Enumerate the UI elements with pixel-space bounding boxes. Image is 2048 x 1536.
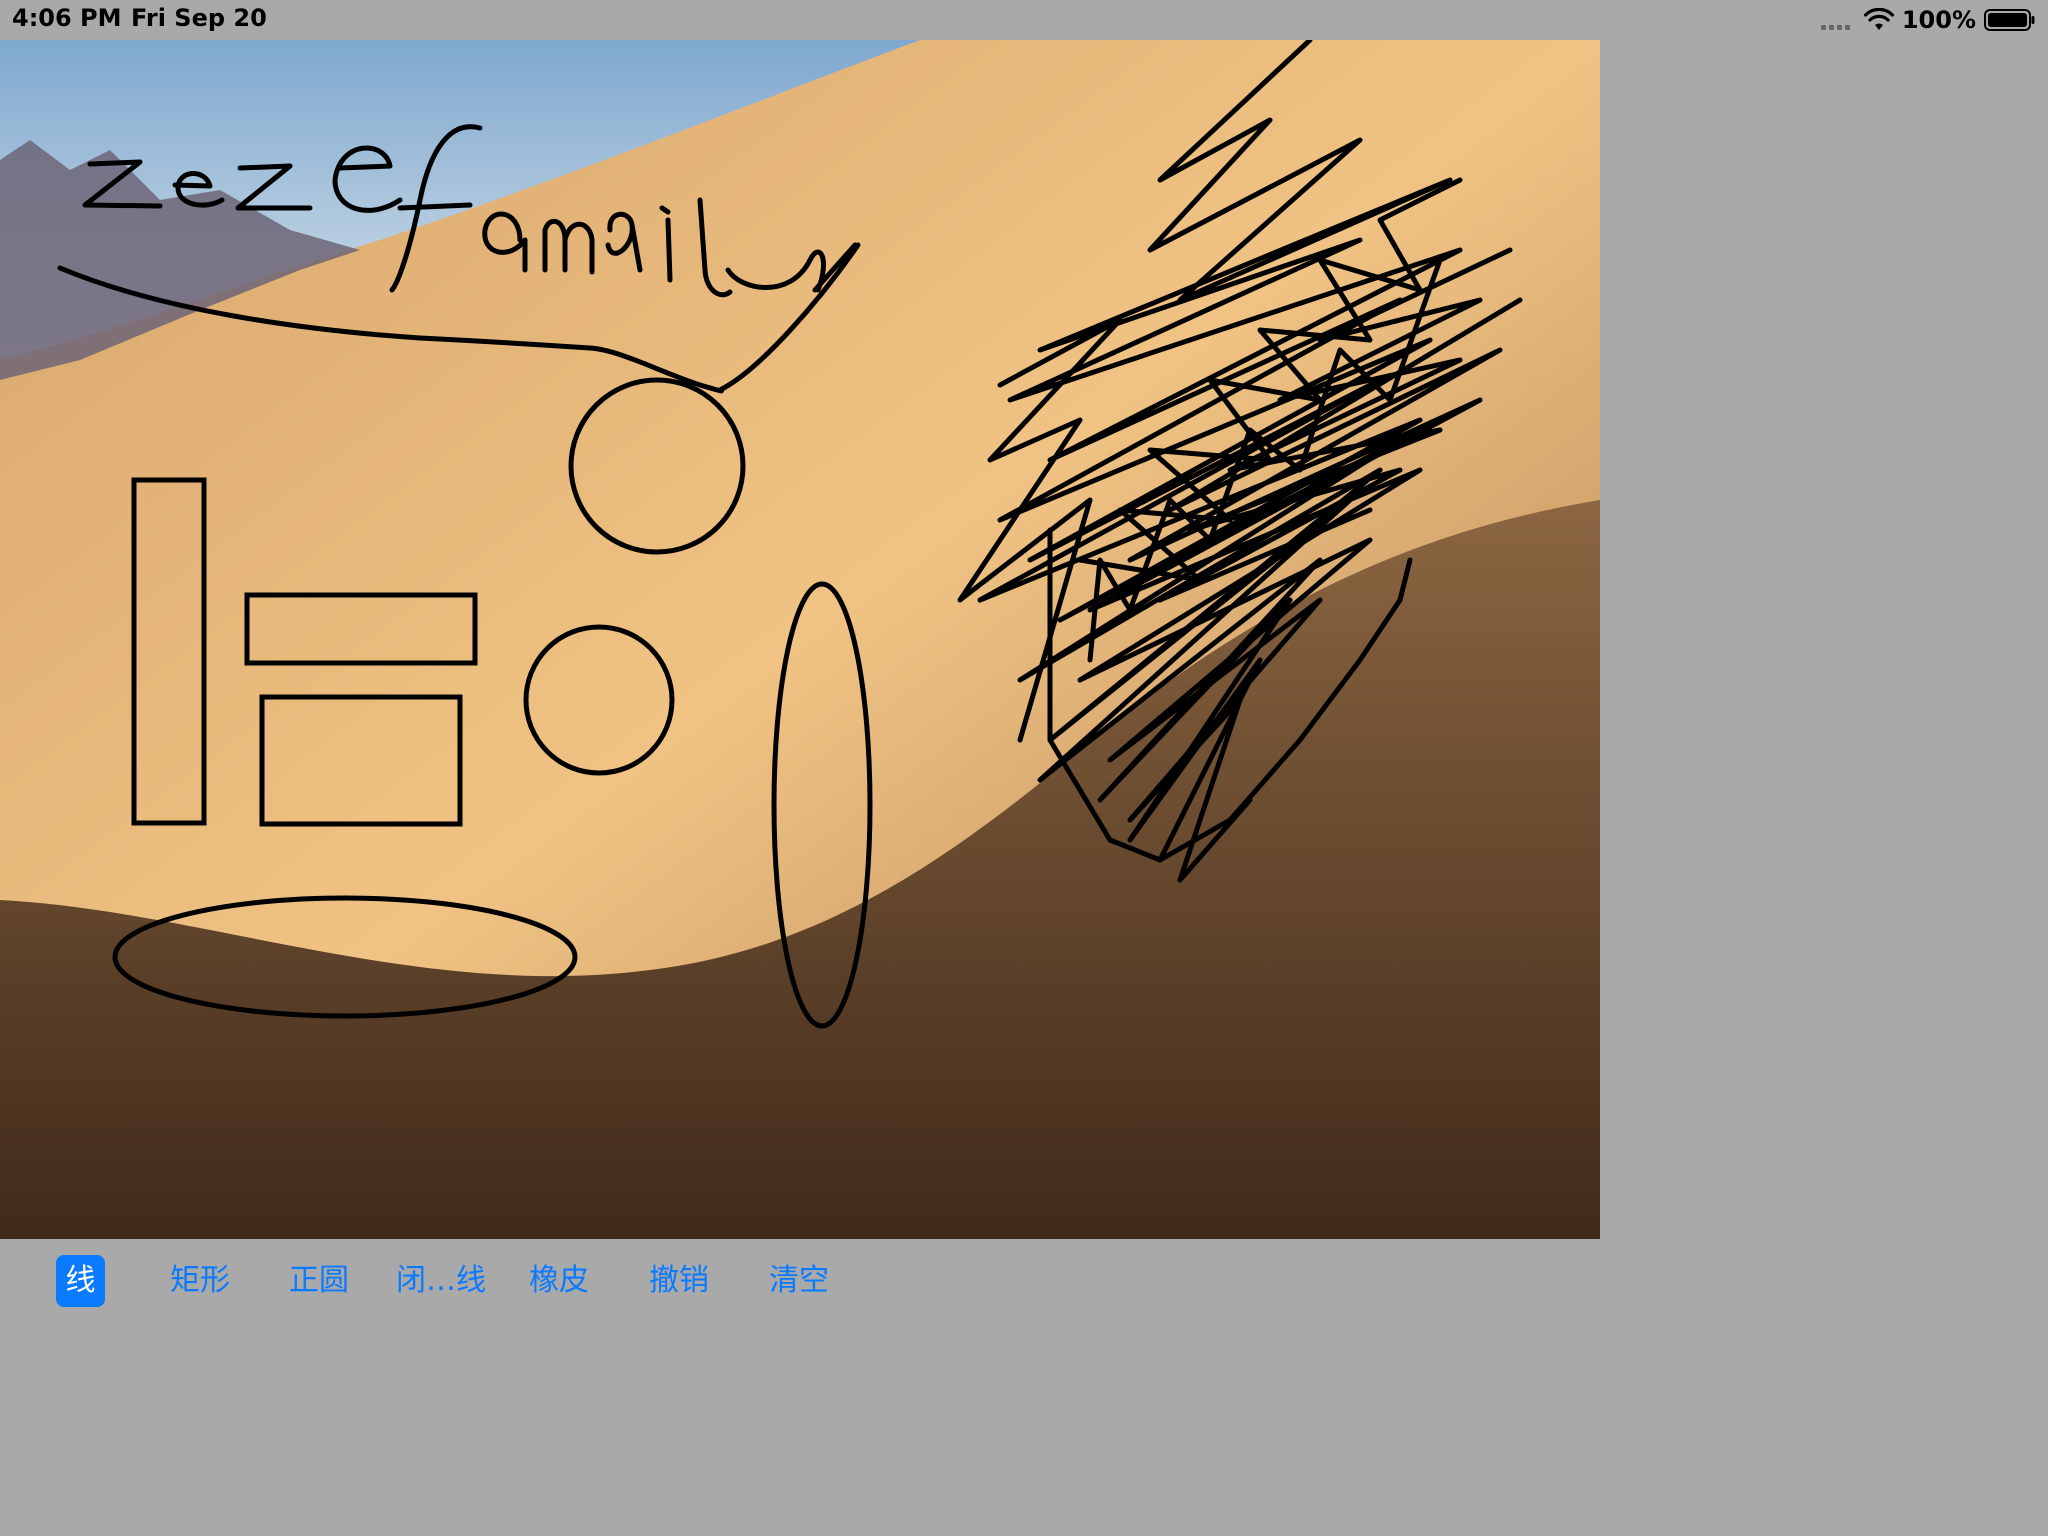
signal-dots-icon bbox=[1820, 10, 1850, 30]
status-date: Fri Sep 20 bbox=[131, 4, 267, 32]
tool-clear-button[interactable]: 清空 bbox=[759, 1255, 839, 1307]
canvas-drawing bbox=[0, 40, 1600, 1239]
tool-closed-line-button[interactable]: 闭…线 bbox=[393, 1255, 489, 1307]
battery-percent: 100% bbox=[1901, 6, 1976, 34]
wifi-icon bbox=[1863, 8, 1894, 30]
tool-rectangle-button[interactable]: 矩形 bbox=[160, 1255, 240, 1307]
tool-line-button[interactable]: 线 bbox=[56, 1255, 105, 1307]
battery-icon bbox=[1984, 9, 2035, 31]
status-bar: 4:06 PM Fri Sep 20 100% bbox=[0, 0, 2048, 40]
status-right-group: 100% bbox=[1820, 6, 2036, 34]
tool-circle-button[interactable]: 正圆 bbox=[279, 1255, 359, 1307]
tool-eraser-button[interactable]: 橡皮 bbox=[519, 1255, 599, 1307]
tool-undo-button[interactable]: 撤销 bbox=[639, 1255, 719, 1307]
toolbar: 线 矩形 正圆 闭…线 橡皮 撤销 清空 bbox=[0, 1239, 1600, 1323]
drawing-canvas[interactable] bbox=[0, 40, 1600, 1239]
status-time: 4:06 PM bbox=[12, 4, 122, 32]
